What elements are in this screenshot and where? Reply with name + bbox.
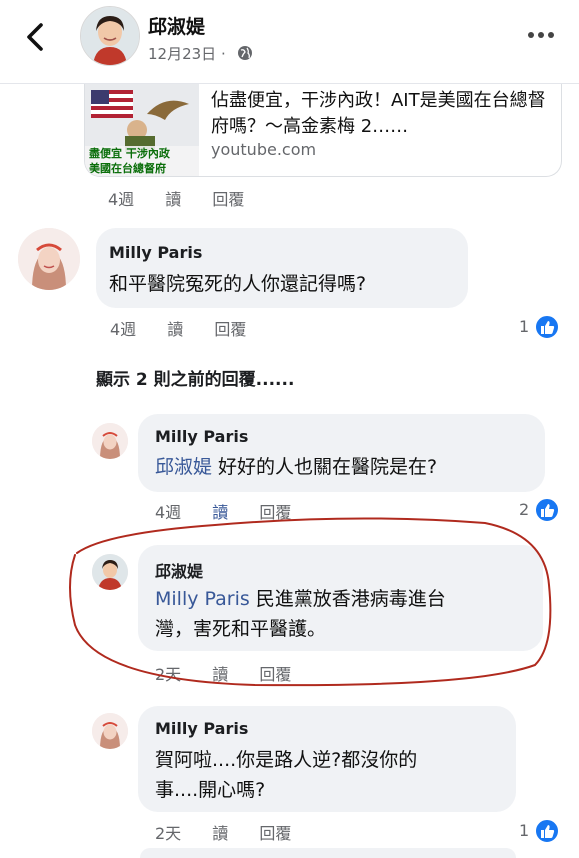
avatar[interactable] [18,228,80,290]
date-separator: · [220,45,226,63]
post-timestamp: 12月23日 · [148,43,253,64]
thumb-caption-2: 美國在台總督府 [89,162,166,175]
read-button[interactable]: 讀 [212,824,228,843]
next-comment-bubble [140,848,516,858]
comment-body-line-1: 賀阿啦....你是路人逆?都沒你的 [155,749,418,771]
post-date: 12月23日 [148,45,217,63]
comment-time: 2天 [155,824,182,843]
comment-author[interactable]: Milly Paris [109,243,202,262]
like-icon [534,818,561,844]
comment-body: 好好的人也關在醫院是在? [212,456,438,478]
avatar[interactable] [92,713,128,749]
show-previous-replies[interactable]: 顯示 2 則之前的回覆...... [96,365,294,390]
comment-time: 4週 [110,320,137,339]
reaction-number: 1 [519,317,530,336]
reaction-number: 1 [519,821,530,840]
link-source: youtube.com [211,140,317,159]
link-preview-card[interactable]: 盡便宜 干涉內政 美國在台總督府 佔盡便宜，干涉內政！AIT是美國在台總督府嗎？… [84,84,562,177]
reply-button[interactable]: 回覆 [214,320,246,339]
reaction-count[interactable]: 1 [519,818,561,844]
comment-author[interactable]: Milly Paris [155,719,248,738]
comment-bubble[interactable]: Milly Paris 邱淑媞 好好的人也關在醫院是在? [138,414,545,492]
comment-author[interactable]: Milly Paris [155,427,248,446]
comment-body-line-2: 事....開心嗎? [155,779,266,801]
poster-avatar[interactable] [80,6,140,66]
video-thumbnail: 盡便宜 干涉內政 美國在台總督府 [85,84,199,176]
comment-bubble[interactable]: Milly Paris 和平醫院冤死的人你還記得嗎? [96,228,468,308]
comment-time: 4週 [108,190,135,209]
poster-name[interactable]: 邱淑媞 [148,12,205,39]
chevron-left-icon [27,23,43,51]
comment-bubble[interactable]: Milly Paris 賀阿啦....你是路人逆?都沒你的 事....開心嗎? [138,706,516,812]
globe-icon [237,45,253,61]
comment-actions: 2天 讀 回覆 [155,820,317,844]
more-options-icon[interactable] [524,24,558,46]
reaction-count[interactable]: 1 [519,314,561,340]
comment-actions: 4週 讀 回覆 [110,316,272,340]
back-button[interactable] [20,20,50,54]
like-icon [534,314,561,340]
link-title[interactable]: 佔盡便宜，干涉內政！AIT是美國在台總督府嗎？～高金素梅 2…… [211,88,551,140]
red-circle-annotation [69,517,552,687]
thumb-caption-1: 盡便宜 干涉內政 [89,147,170,160]
comment-text: 邱淑媞 好好的人也關在醫院是在? [155,452,437,482]
mention-link[interactable]: 邱淑媞 [155,456,212,478]
avatar[interactable] [92,423,128,459]
comment-actions: 4週 讀 回覆 [108,186,270,210]
comment-text: 和平醫院冤死的人你還記得嗎? [109,273,367,295]
read-button[interactable]: 讀 [167,320,183,339]
reply-button[interactable]: 回覆 [259,824,291,843]
read-button[interactable]: 讀 [165,190,181,209]
reply-button[interactable]: 回覆 [212,190,244,209]
